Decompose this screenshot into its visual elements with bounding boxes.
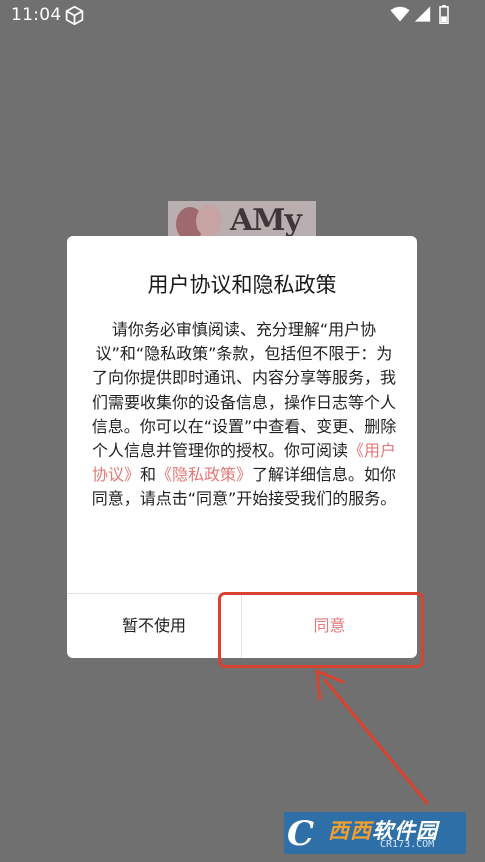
app-logo-text: AMy <box>230 203 302 237</box>
body-text-and: 和 <box>139 465 156 485</box>
status-bar: 11:04 <box>0 0 485 30</box>
app-logo: AMy <box>168 201 316 237</box>
watermark-name-highlight: 西西 <box>328 819 372 843</box>
dialog-title: 用户协议和隐私政策 <box>147 273 337 297</box>
cube-icon <box>65 5 84 26</box>
wifi-icon <box>390 6 410 22</box>
battery-icon <box>439 5 449 24</box>
signal-icon <box>414 6 431 22</box>
watermark-url: CR173.COM <box>380 839 435 850</box>
balloon-icon <box>196 205 222 237</box>
decline-button[interactable]: 暂不使用 <box>67 594 241 658</box>
annotation-highlight-box <box>218 592 424 668</box>
status-time: 11:04 <box>11 5 62 25</box>
privacy-policy-link[interactable]: 《隐私政策》 <box>156 465 252 484</box>
dialog-body: 请你务必审慎阅读、充分理解“用户协议”和“隐私政策”条款，包括但不限于：为了向你… <box>89 318 399 512</box>
watermark-logo: C 西西软件园 CR173.COM <box>284 812 466 854</box>
watermark-mark: C <box>287 814 315 854</box>
body-text: 请你务必审慎阅读、充分理解“用户协议”和“隐私政策”条款，包括但不限于：为了向你… <box>91 320 397 461</box>
